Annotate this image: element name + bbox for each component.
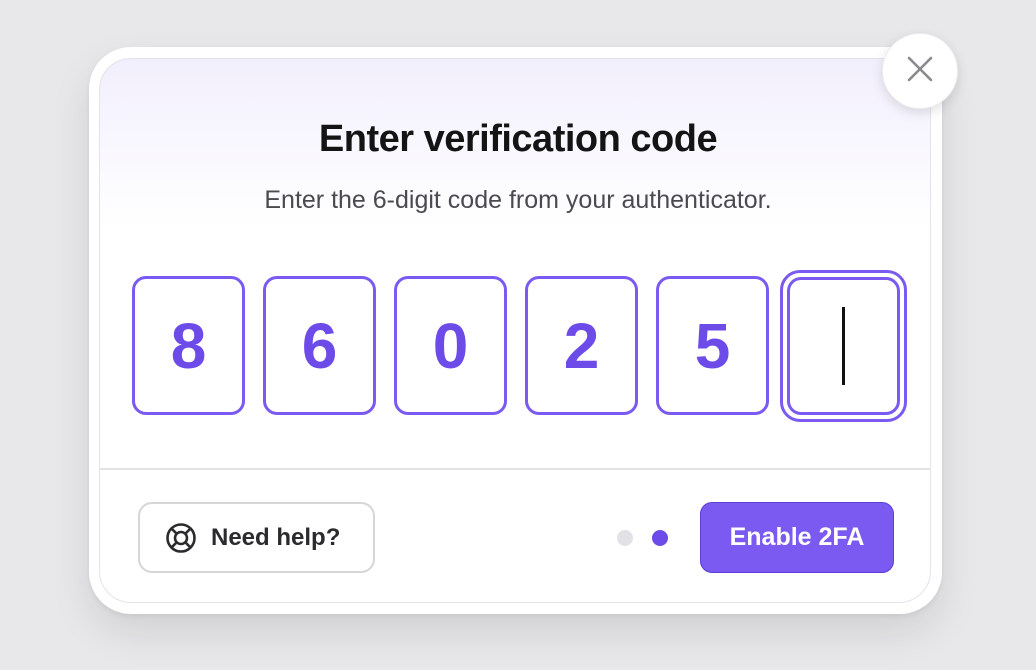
page: Enter verification code Enter the 6-digi… bbox=[0, 0, 1036, 670]
footer-divider bbox=[99, 468, 931, 470]
close-icon bbox=[906, 55, 934, 88]
code-digit-3[interactable]: 0 bbox=[394, 276, 507, 415]
enable-2fa-label: Enable 2FA bbox=[729, 523, 865, 551]
code-digit-3-value: 0 bbox=[432, 309, 469, 382]
text-caret bbox=[842, 307, 845, 385]
code-digit-5[interactable]: 5 bbox=[656, 276, 769, 415]
close-button[interactable] bbox=[882, 33, 958, 109]
code-digit-6[interactable] bbox=[780, 270, 907, 422]
dialog-title: Enter verification code bbox=[318, 118, 718, 160]
step-indicator-1 bbox=[617, 530, 633, 546]
code-digit-2[interactable]: 6 bbox=[263, 276, 376, 415]
lifebuoy-icon bbox=[164, 521, 198, 555]
code-digit-1[interactable]: 8 bbox=[132, 276, 245, 415]
code-digit-4[interactable]: 2 bbox=[525, 276, 638, 415]
code-digit-2-value: 6 bbox=[301, 309, 338, 382]
code-digit-4-value: 2 bbox=[563, 309, 600, 382]
code-digit-1-value: 8 bbox=[170, 309, 207, 382]
code-digit-5-value: 5 bbox=[694, 309, 731, 382]
dialog-subtitle: Enter the 6-digit code from your authent… bbox=[264, 186, 772, 214]
step-indicator-2 bbox=[652, 530, 668, 546]
need-help-label: Need help? bbox=[211, 523, 341, 551]
need-help-button[interactable]: Need help? bbox=[138, 502, 375, 573]
enable-2fa-button[interactable]: Enable 2FA bbox=[700, 502, 894, 573]
code-digit-6-focus-ring bbox=[787, 277, 900, 415]
